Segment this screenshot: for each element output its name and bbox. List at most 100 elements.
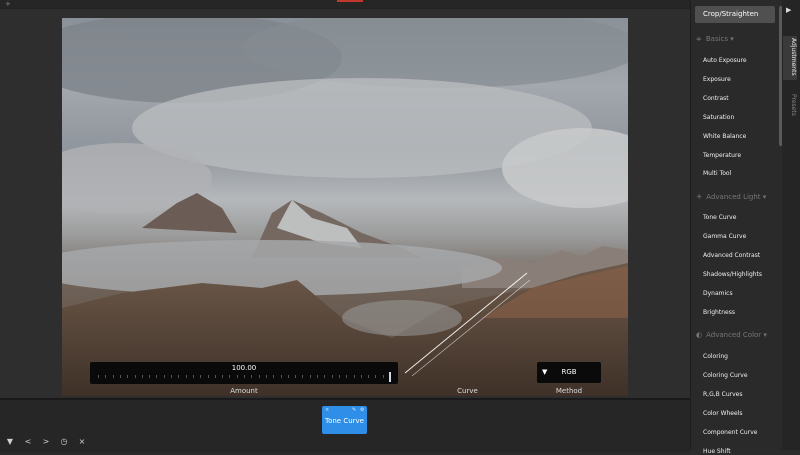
slider-tick [163, 375, 165, 378]
tone-curve-tool-tile[interactable]: × ✎ ⚙ Tone Curve [322, 406, 367, 434]
color-circle-icon: ◐ [696, 331, 703, 339]
menu-item[interactable]: Contrast [703, 95, 729, 102]
top-indicator [337, 0, 363, 2]
menu-item[interactable]: Tone Curve [703, 214, 736, 221]
menu-item[interactable]: Gamma Curve [703, 233, 746, 240]
menu-item[interactable]: R,G,B Curves [703, 391, 742, 398]
tile-close-icon[interactable]: × [325, 407, 329, 413]
amount-track[interactable] [98, 375, 391, 380]
slider-tick [214, 375, 216, 378]
section-advanced-color[interactable]: ◐ Advanced Color ▾ [696, 331, 767, 339]
slider-tick [265, 375, 267, 378]
collapse-icon[interactable]: ▼ [6, 437, 14, 447]
slider-tick [141, 375, 143, 378]
slider-tick [375, 375, 377, 378]
slider-tick [309, 375, 311, 378]
amount-value: 100.00 [231, 364, 257, 372]
close-icon[interactable]: × [78, 437, 86, 447]
section-advanced-color-title: Advanced Color [706, 331, 762, 339]
photo-canvas[interactable] [62, 18, 628, 396]
mountain-photo [62, 18, 628, 396]
slider-tick [331, 375, 333, 378]
slider-tick [353, 375, 355, 378]
slider-tick [346, 375, 348, 378]
tab-adjustments[interactable]: Adjustments [783, 36, 797, 80]
slider-tick [156, 375, 158, 378]
method-dropdown[interactable]: ▼ RGB [537, 362, 601, 383]
slider-tick [280, 375, 282, 378]
menu-item[interactable]: Component Curve [703, 429, 757, 436]
adjustments-panel [690, 0, 781, 450]
section-basics-title: Basics [705, 35, 729, 43]
slider-tick [119, 375, 121, 378]
slider-tick [324, 375, 326, 378]
slider-tick [200, 375, 202, 378]
amount-label: Amount [230, 387, 258, 395]
slider-tick [317, 375, 318, 378]
tile-settings-icon[interactable]: ⚙ [360, 407, 364, 413]
chevron-down-icon: ▾ [730, 35, 734, 43]
add-icon[interactable]: + [5, 0, 11, 8]
slider-tick [222, 375, 224, 378]
next-icon[interactable]: > [42, 437, 50, 447]
menu-item[interactable]: White Balance [703, 133, 746, 140]
slider-tick [295, 375, 297, 378]
slider-tick [236, 375, 238, 378]
method-value: RGB [561, 368, 577, 376]
slider-tick [360, 375, 362, 378]
menu-item[interactable]: Auto Exposure [703, 57, 747, 64]
menu-item[interactable]: Shadows/Highlights [703, 271, 762, 278]
tab-presets[interactable]: Presets [783, 94, 797, 118]
curve-label: Curve [457, 387, 478, 395]
slider-tick [127, 375, 129, 378]
crop-straighten-button[interactable]: Crop/Straighten [695, 6, 775, 23]
slider-tick [185, 375, 187, 378]
section-advanced-light[interactable]: ☀ Advanced Light ▾ [696, 193, 766, 201]
bottom-controls: ▼ < > ◷ × [6, 437, 86, 447]
menu-item[interactable]: Multi Tool [703, 170, 731, 177]
menu-item[interactable]: Hue Shift [703, 448, 731, 455]
sun-icon: ☀ [696, 193, 703, 201]
amount-handle[interactable] [389, 372, 391, 382]
slider-tick [287, 375, 289, 378]
slider-tick [338, 375, 340, 378]
slider-tick [273, 375, 275, 378]
tile-edit-icon[interactable]: ✎ [352, 407, 356, 413]
chevron-down-icon: ▾ [762, 193, 767, 201]
menu-item[interactable]: Exposure [703, 76, 731, 83]
slider-tick [112, 375, 114, 378]
slider-tick [302, 375, 304, 378]
slider-tick [382, 375, 384, 378]
menu-item[interactable]: Saturation [703, 114, 734, 121]
menu-item[interactable]: Coloring Curve [703, 372, 748, 379]
slider-tick [105, 375, 107, 378]
slider-tick [229, 375, 231, 378]
slider-tick [178, 375, 180, 378]
sliders-icon: ≑ [696, 35, 702, 43]
slider-tick [251, 375, 253, 378]
slider-tick [171, 375, 172, 378]
tool-tile-label: Tone Curve [325, 417, 364, 425]
menu-item[interactable]: Color Wheels [703, 410, 742, 417]
slider-tick [134, 375, 136, 378]
menu-item[interactable]: Advanced Contrast [703, 252, 760, 259]
menu-item[interactable]: Temperature [703, 152, 741, 159]
slider-tick [192, 375, 194, 378]
menu-item[interactable]: Dynamics [703, 290, 733, 297]
slider-tick [98, 375, 99, 378]
menu-item[interactable]: Brightness [703, 309, 735, 316]
slider-tick [258, 375, 260, 378]
tab-adjustments-label: Adjustments [790, 38, 797, 76]
collapse-panel-icon[interactable]: ▶ [786, 6, 791, 14]
history-icon[interactable]: ◷ [60, 437, 68, 447]
slider-tick [368, 375, 370, 378]
slider-tick [149, 375, 151, 378]
previous-icon[interactable]: < [24, 437, 32, 447]
chevron-down-icon: ▾ [763, 331, 767, 339]
amount-slider[interactable]: 100.00 [90, 362, 398, 384]
menu-item[interactable]: Coloring [703, 353, 728, 360]
slider-tick [244, 375, 245, 378]
method-label: Method [555, 387, 583, 395]
section-basics[interactable]: ≑ Basics ▾ [696, 35, 734, 43]
tab-presets-label: Presets [790, 94, 797, 116]
